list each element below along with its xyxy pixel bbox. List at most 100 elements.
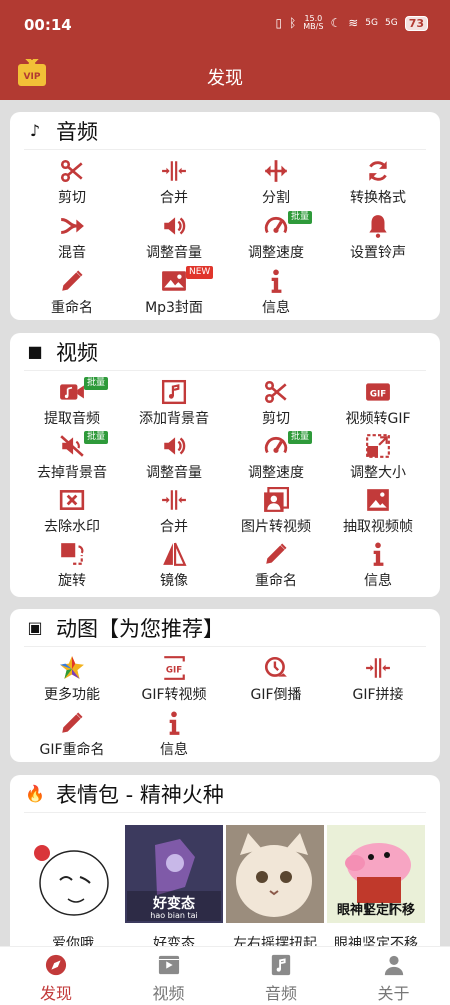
tool-video-4[interactable]: 批量去掉背景音 [21,431,123,486]
app-bar: VIP 发现 [0,52,450,100]
tool-label: 重命名 [255,573,297,589]
tool-audio-0[interactable]: 剪切 [21,156,123,211]
tool-video-3[interactable]: GIF 视频转GIF [327,377,429,432]
tool-gif-4[interactable]: GIF重命名 [21,708,123,763]
tool-video-2[interactable]: 剪切 [225,377,327,432]
tool-video-15[interactable]: 信息 [327,539,429,594]
tool-badge: 批量 [84,431,109,444]
meme-item[interactable]: 左右摇摆扭起 [226,825,324,946]
meme-caption: 爱你哦 [52,936,94,946]
video-card-header: ■ 视频 [24,333,426,371]
nav-tab-label: 发现 [39,984,72,1003]
tool-gif-2[interactable]: GIF倒播 [225,653,327,708]
tool-label: 去掉背景音 [37,465,107,481]
tool-audio-2[interactable]: 分割 [225,156,327,211]
video-icon [157,954,181,976]
tool-video-7[interactable]: 调整大小 [327,431,429,486]
tool-audio-1[interactable]: 合并 [123,156,225,211]
tool-gif-5[interactable]: 信息 [123,708,225,763]
scissors-icon [262,379,290,405]
merge-icon [160,158,188,184]
meme-overlay-text: 好变态 [153,896,195,912]
image-icon: ▣ [27,618,43,637]
meme-caption: 好变态 [153,936,195,946]
meme-row: 爱你哦 好变态 hao bian tai 好变态 左右摇摆扭起 眼神坚定不移 眼神坚定不移 [24,825,428,946]
tool-label: 镜像 [160,573,188,589]
meme-item[interactable]: 眼神坚定不移 眼神坚定不移 [327,825,425,946]
reverse-icon [262,655,290,681]
mix-icon [58,213,86,239]
moon-icon: ☾ [330,16,342,30]
rotate-icon [58,541,86,567]
tool-video-9[interactable]: 合并 [123,485,225,540]
tool-video-8[interactable]: 去除水印 [21,485,123,540]
tool-audio-8[interactable]: 重命名 [21,266,123,321]
tool-video-11[interactable]: 抽取视频帧 [327,485,429,540]
tool-label: 混音 [58,245,86,261]
tool-label: 更多功能 [44,687,100,703]
tool-label: 分割 [262,190,290,206]
tool-gif-1[interactable]: GIF GIF转视频 [123,653,225,708]
meme-card-title: 表情包 - 精神火种 [56,782,224,807]
tool-badge: 批量 [84,377,109,390]
audio-card: ♪ 音频 剪切 合并 分割 转换格式 混音 调整音量 批量 调整速度 设置铃声 重命名 NEW Mp3… [10,112,440,320]
tool-label: 调整大小 [350,465,406,481]
compass-icon [44,954,68,976]
tool-video-12[interactable]: 旋转 [21,539,123,594]
status-icons: ▯ ᛒ 15.0 MB/S ☾ ≋ 5G 5G 73 [275,15,428,31]
status-time: 00:14 [24,16,72,34]
tool-video-1[interactable]: 添加背景音 [123,377,225,432]
tool-audio-6[interactable]: 批量 调整速度 [225,211,327,266]
bottom-nav: 发现 视频 音频 关于 [0,946,450,1005]
tool-label: GIF拼接 [352,687,404,703]
meme-card-header: 🔥 表情包 - 精神火种 [24,775,426,813]
meme-image: 眼神坚定不移 [327,825,425,923]
pencil-icon [58,268,86,294]
tool-video-0[interactable]: 批量 提取音频 [21,377,123,432]
person-icon [382,954,406,976]
tool-audio-3[interactable]: 转换格式 [327,156,429,211]
pencil-icon [58,710,86,736]
nav-tab-1[interactable]: 视频 [113,947,225,1005]
nav-tab-label: 关于 [377,984,410,1003]
tool-video-13[interactable]: 镜像 [123,539,225,594]
tool-label: 调整音量 [146,245,202,261]
meme-caption: 眼神坚定不移 [334,936,418,946]
nav-tab-2[interactable]: 音频 [225,947,337,1005]
tool-label: 剪切 [262,411,290,427]
tool-video-10[interactable]: 图片转视频 [225,485,327,540]
meme-item[interactable]: 爱你哦 [24,825,122,946]
tool-label: 添加背景音 [139,411,209,427]
scissors-icon [58,158,86,184]
battery-icon: 73 [404,15,428,31]
tool-video-14[interactable]: 重命名 [225,539,327,594]
bluetooth-icon: ᛒ [289,16,297,30]
svg-text:GIF: GIF [370,389,386,399]
video-card-title: 视频 [56,340,98,365]
tool-video-6[interactable]: 批量 调整速度 [225,431,327,486]
nav-tab-label: 视频 [152,984,185,1003]
tool-audio-7[interactable]: 设置铃声 [327,211,429,266]
audio-icon [269,954,293,976]
tool-audio-10[interactable]: 信息 [225,266,327,321]
speed-icon [262,433,290,459]
tool-gif-0[interactable]: 更多功能 [21,653,123,708]
tool-video-5[interactable]: 调整音量 [123,431,225,486]
info-icon [160,710,188,736]
nav-tab-0[interactable]: 发现 [0,947,112,1005]
tool-audio-5[interactable]: 调整音量 [123,211,225,266]
meme-image [24,825,122,923]
tool-gif-3[interactable]: GIF拼接 [327,653,429,708]
music-note-icon: ♪ [29,121,41,140]
meme-item[interactable]: 好变态 hao bian tai 好变态 [125,825,223,946]
vibrate-icon: ▯ [275,16,283,30]
nav-tab-3[interactable]: 关于 [338,947,450,1005]
tool-label: 合并 [160,519,188,535]
status-bar: 00:14 ▯ ᛒ 15.0 MB/S ☾ ≋ 5G 5G 73 [0,0,450,52]
tool-audio-4[interactable]: 混音 [21,211,123,266]
signal-1-icon: 5G [365,18,378,28]
merge-icon [364,655,392,681]
tool-label: Mp3封面 [145,300,203,316]
tool-audio-9[interactable]: NEW Mp3封面 [123,266,225,321]
mute-icon [58,433,86,459]
